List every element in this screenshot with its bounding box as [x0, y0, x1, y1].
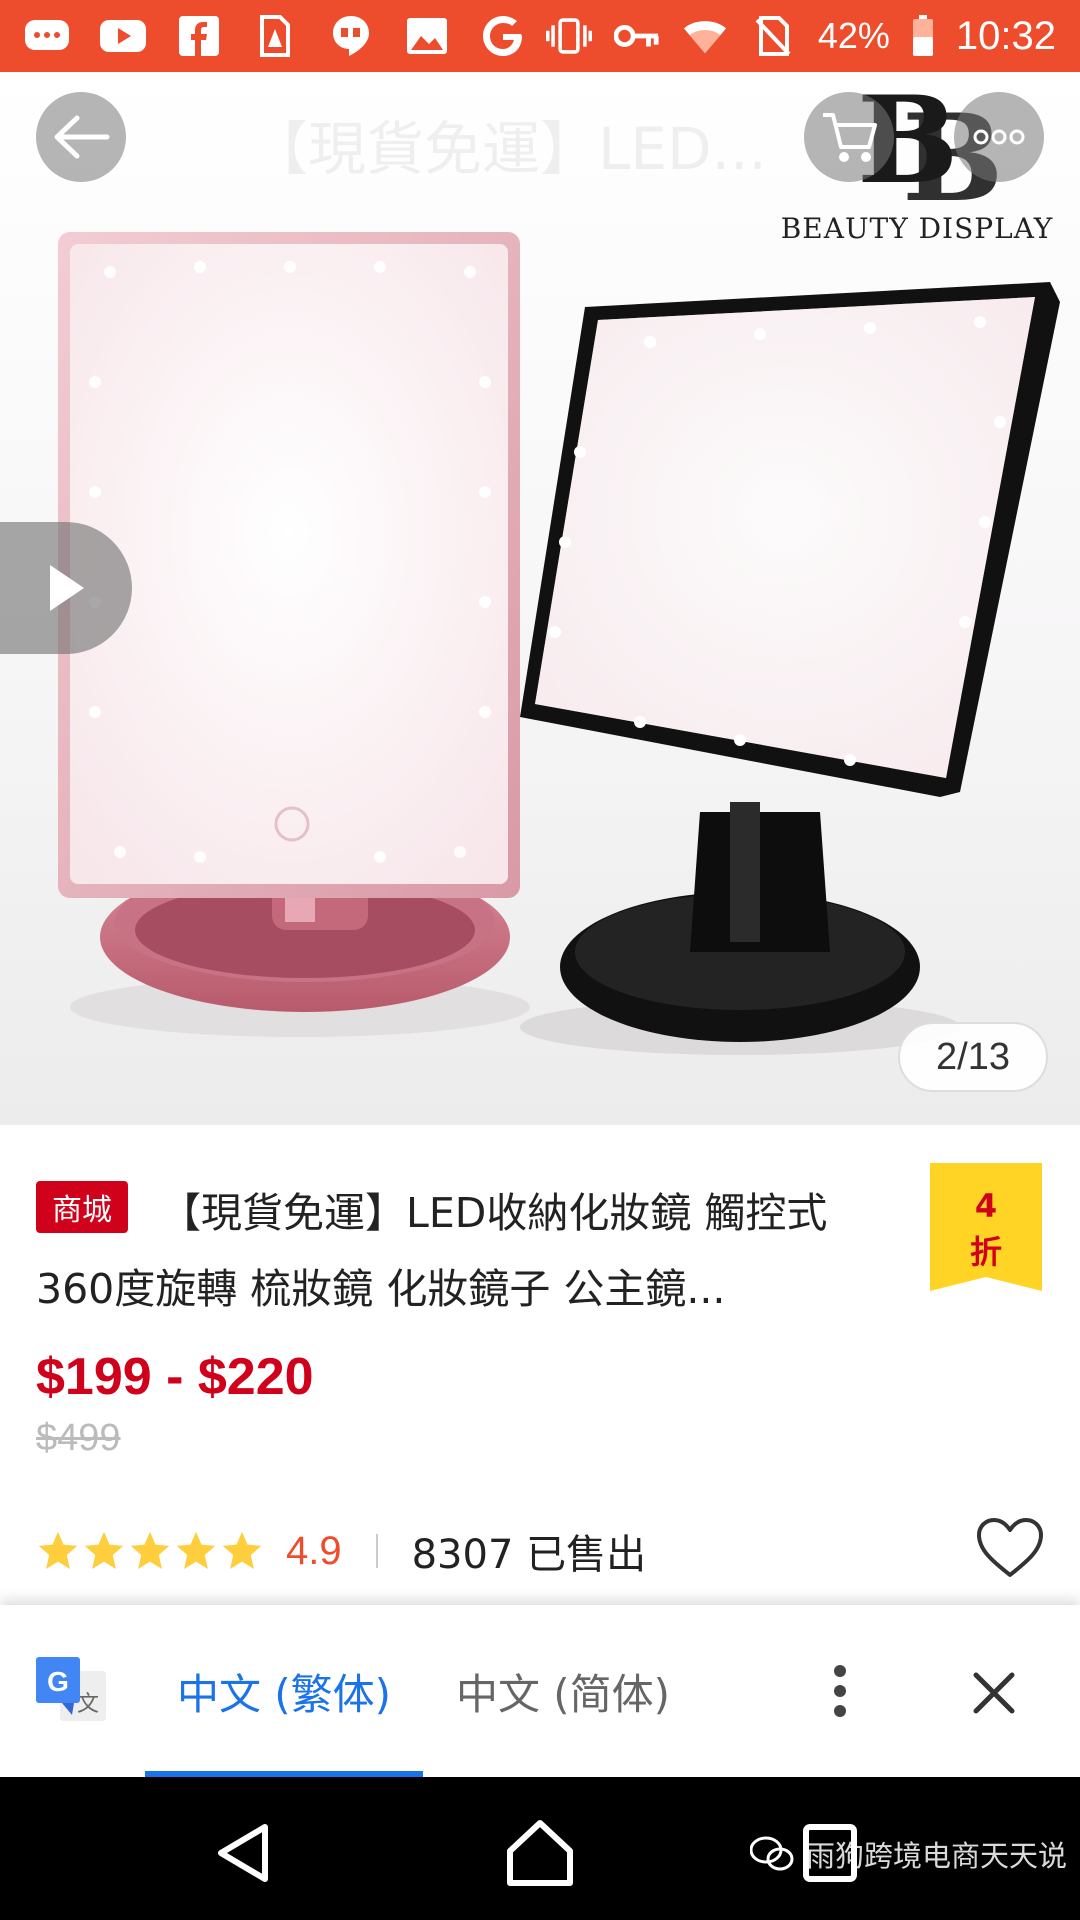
product-image-carousel[interactable]: 【現貨免運】LED... B B BEAUTY DISPLAY 2/13: [0, 72, 1080, 1125]
watermark-text: 雨狗跨境电商天天说: [806, 1839, 1068, 1873]
brand-name: BEAUTY DISPLAY: [780, 212, 1054, 245]
discount-number: 4: [974, 1187, 998, 1225]
google-translate-icon: 文G: [36, 1657, 108, 1727]
battery-percentage: 42%: [817, 15, 890, 56]
svg-text:文: 文: [77, 1692, 99, 1717]
status-bar: 42% 10:32: [0, 0, 1080, 72]
triangle-back-icon: [218, 1824, 268, 1882]
page-title-faded: 【現貨免運】LED...: [250, 115, 767, 183]
original-price: $499: [36, 1417, 121, 1459]
home-icon: [507, 1820, 573, 1886]
star-icon: [176, 1531, 216, 1569]
heart-icon: [977, 1518, 1043, 1577]
google-icon: [480, 16, 526, 56]
hangouts-icon: [328, 16, 374, 56]
navigation-bar: 雨狗跨境电商天天说: [0, 1777, 1080, 1920]
like-button[interactable]: [975, 1517, 1045, 1579]
image-counter: 2/13: [898, 1022, 1048, 1092]
tab-traditional-chinese[interactable]: 中文 (繁体): [145, 1605, 423, 1777]
nav-home-button[interactable]: [500, 1813, 580, 1893]
star-icon: [38, 1531, 78, 1569]
cart-icon: [823, 113, 877, 162]
vibrate-icon: [545, 16, 592, 56]
notification-icons: [24, 15, 526, 57]
rating-stars: [36, 1529, 264, 1573]
play-icon: [50, 565, 84, 611]
clock: 10:32: [955, 13, 1056, 58]
arrow-left-icon: [54, 115, 110, 159]
product-info: 商城 【現貨免運】LED收納化妝鏡 觸控式 360度旋轉 梳妝鏡 化妝鏡子 公主…: [0, 1125, 1080, 1605]
rating-value: 4.9: [286, 1528, 342, 1573]
play-video-button[interactable]: [0, 522, 132, 654]
gallery-icon: [404, 16, 450, 56]
star-icon: [130, 1531, 170, 1569]
no-sim-icon: [750, 16, 796, 56]
sim-alert-icon: [252, 15, 298, 57]
nav-back-button[interactable]: [205, 1813, 285, 1893]
divider: [375, 1534, 378, 1568]
back-button[interactable]: [36, 92, 126, 182]
facebook-icon: [176, 16, 222, 56]
watermark: 雨狗跨境电商天天说: [750, 1829, 1067, 1879]
close-icon: [973, 1672, 1015, 1714]
sold-count: 8307 已售出: [411, 1532, 647, 1578]
more-options-button[interactable]: [954, 92, 1044, 182]
discount-tag: 4 折: [930, 1163, 1042, 1291]
discount-unit: 折: [969, 1233, 1002, 1271]
system-icons: 42% 10:32: [545, 13, 1056, 59]
more-vertical-icon: [834, 1665, 846, 1677]
wechat-icon: [750, 1836, 794, 1871]
translate-bar: 文G 中文 (繁体) 中文 (简体): [0, 1605, 1080, 1777]
battery-icon: [912, 15, 934, 56]
product-title: 【現貨免運】LED收納化妝鏡 觸控式 360度旋轉 梳妝鏡 化妝鏡子 公主鏡..…: [36, 1189, 828, 1313]
star-icon: [222, 1531, 262, 1569]
message-icon: [24, 16, 70, 56]
translate-close-button[interactable]: [966, 1665, 1022, 1721]
cart-button[interactable]: [804, 92, 894, 182]
wifi-icon: [682, 16, 728, 56]
vpn-key-icon: [613, 16, 660, 56]
svg-text:G: G: [47, 1666, 69, 1697]
price-range: $199 - $220: [36, 1348, 314, 1406]
tab-simplified-chinese[interactable]: 中文 (简体): [423, 1605, 703, 1777]
rating-row[interactable]: 4.9 8307 已售出: [36, 1521, 646, 1581]
youtube-icon: [100, 16, 146, 56]
translate-menu-button[interactable]: [820, 1661, 860, 1721]
more-horizontal-icon: [973, 129, 1025, 145]
star-icon: [84, 1531, 124, 1569]
